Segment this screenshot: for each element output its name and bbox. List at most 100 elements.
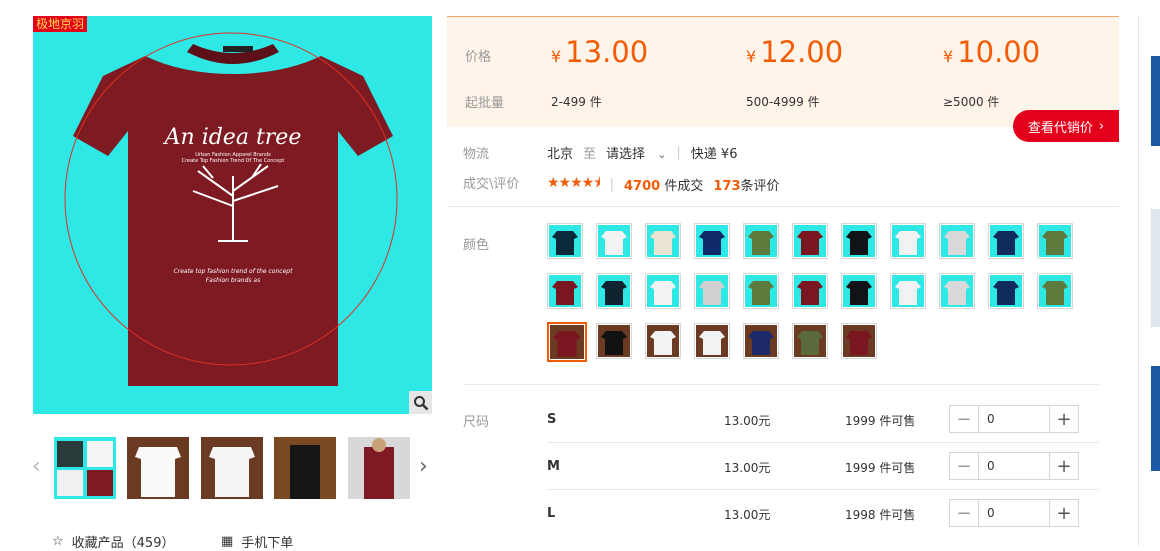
thumb-next-icon[interactable]: › <box>419 455 428 479</box>
side-thumb-2[interactable] <box>1151 209 1160 327</box>
color-swatch[interactable] <box>792 323 828 359</box>
favorite-label: 收藏产品（459） <box>71 536 175 551</box>
quantity-stepper[interactable]: −0 + <box>949 499 1079 527</box>
plus-icon[interactable]: + <box>1050 500 1078 526</box>
thumbnail-5[interactable] <box>348 437 410 499</box>
color-swatch[interactable] <box>645 323 681 359</box>
divider <box>447 206 1119 207</box>
color-swatch[interactable] <box>1037 223 1073 259</box>
side-thumb-1[interactable] <box>1151 56 1160 146</box>
minus-icon[interactable]: − <box>950 406 978 432</box>
color-swatch[interactable] <box>743 323 779 359</box>
sold-info[interactable]: 4700 件成交 <box>624 175 703 194</box>
thumbnail-4[interactable] <box>274 437 336 499</box>
color-swatch[interactable] <box>547 322 587 362</box>
tier-price-2: ¥12.00 <box>746 35 844 69</box>
logistics-label: 物流 <box>463 147 490 162</box>
color-swatch[interactable] <box>547 273 583 309</box>
deals-row: ★★★★⯨ | 4700 件成交 173条评价 <box>547 172 780 196</box>
qrcode-icon: ▦ <box>221 534 234 549</box>
thumbnail-1[interactable] <box>54 437 116 499</box>
color-swatch[interactable] <box>988 273 1024 309</box>
brand-tag: 极地京羽 <box>33 16 88 32</box>
color-swatch[interactable] <box>792 273 828 309</box>
color-swatch[interactable] <box>1037 273 1073 309</box>
size-price: 13.00元 <box>724 461 771 475</box>
color-swatch[interactable] <box>890 273 926 309</box>
mobile-order[interactable]: ▦ 手机下单 <box>221 532 293 551</box>
color-swatch[interactable] <box>596 273 632 309</box>
size-name: M <box>547 459 560 474</box>
size-price: 13.00元 <box>724 508 771 522</box>
review-info[interactable]: 173条评价 <box>713 175 779 194</box>
moq-label: 起批量 <box>465 96 505 111</box>
color-swatch[interactable] <box>694 223 730 259</box>
color-swatch[interactable] <box>743 223 779 259</box>
plus-icon[interactable]: + <box>1050 406 1078 432</box>
favorite-product[interactable]: ☆ 收藏产品（459） <box>52 532 174 551</box>
quantity-stepper[interactable]: −0 + <box>949 452 1079 480</box>
color-swatch[interactable] <box>645 223 681 259</box>
tier-range-1: 2-499 件 <box>551 95 602 109</box>
thumbnail-3[interactable] <box>201 437 263 499</box>
tier-range-2: 500-4999 件 <box>746 95 820 109</box>
thumb-prev-icon[interactable]: ‹ <box>32 455 41 479</box>
divider <box>547 442 1099 443</box>
color-swatch[interactable] <box>841 223 877 259</box>
logistics-row: 北京 至 请选择 ⌄ | 快递 ¥6 <box>547 143 738 162</box>
magnifier-icon <box>413 395 428 410</box>
deals-label: 成交\评价 <box>463 177 520 192</box>
quantity-input[interactable]: 0 <box>978 500 1050 526</box>
main-product-image[interactable]: An idea tree Urban Fashion Apparel Brand… <box>33 16 432 414</box>
side-thumb-3[interactable] <box>1151 366 1160 471</box>
size-name: L <box>547 506 556 521</box>
star-outline-icon: ☆ <box>52 534 64 549</box>
size-stock: 1998 件可售 <box>845 508 916 522</box>
color-swatch[interactable] <box>645 273 681 309</box>
mobile-order-label: 手机下单 <box>241 536 294 551</box>
color-swatch[interactable] <box>939 223 975 259</box>
color-swatch[interactable] <box>743 273 779 309</box>
right-sidebar <box>1138 16 1160 546</box>
shirt-headline: An idea tree <box>163 125 302 150</box>
shirt-script1: Create top fashion trend of the concept <box>174 268 294 275</box>
tshirt-illustration: An idea tree Urban Fashion Apparel Brand… <box>33 16 432 414</box>
color-swatch[interactable] <box>890 223 926 259</box>
thumbnail-2[interactable] <box>127 437 189 499</box>
rating-stars: ★★★★⯨ <box>547 175 601 191</box>
quantity-input[interactable]: 0 <box>978 453 1050 479</box>
color-swatch[interactable] <box>841 323 877 359</box>
size-price: 13.00元 <box>724 414 771 428</box>
color-swatch[interactable] <box>694 323 730 359</box>
shipping-fee: 快递 ¥6 <box>690 147 738 162</box>
divider <box>464 384 1099 385</box>
color-swatch[interactable] <box>596 323 632 359</box>
to-text: 至 <box>583 147 597 162</box>
divider <box>547 489 1099 490</box>
tier-price-3: ¥10.00 <box>943 35 1041 69</box>
color-swatch[interactable] <box>792 223 828 259</box>
quantity-stepper[interactable]: −0 + <box>949 405 1079 433</box>
size-stock: 1999 件可售 <box>845 414 916 428</box>
color-swatch[interactable] <box>547 223 583 259</box>
color-swatch[interactable] <box>841 273 877 309</box>
size-label: 尺码 <box>463 415 490 430</box>
origin-city: 北京 <box>547 147 574 162</box>
color-swatch[interactable] <box>988 223 1024 259</box>
chevron-down-icon: ⌄ <box>657 148 667 161</box>
size-name: S <box>547 412 557 427</box>
shirt-sub2: Create Top Fashion Trend Of The Concept <box>182 158 285 164</box>
color-swatch[interactable] <box>694 273 730 309</box>
plus-icon[interactable]: + <box>1050 453 1078 479</box>
view-agent-price-button[interactable]: 查看代销价 › <box>1013 110 1119 142</box>
color-swatch[interactable] <box>596 223 632 259</box>
size-stock: 1999 件可售 <box>845 461 916 475</box>
minus-icon[interactable]: − <box>950 500 978 526</box>
tier-price-1: ¥13.00 <box>551 35 649 69</box>
zoom-button[interactable] <box>409 391 432 414</box>
color-swatch[interactable] <box>939 273 975 309</box>
destination-select[interactable]: 请选择 ⌄ <box>606 143 666 162</box>
quantity-input[interactable]: 0 <box>978 406 1050 432</box>
minus-icon[interactable]: − <box>950 453 978 479</box>
price-panel: 价格 起批量 ¥13.00 2-499 件 ¥12.00 500-4999 件 … <box>447 16 1119 127</box>
